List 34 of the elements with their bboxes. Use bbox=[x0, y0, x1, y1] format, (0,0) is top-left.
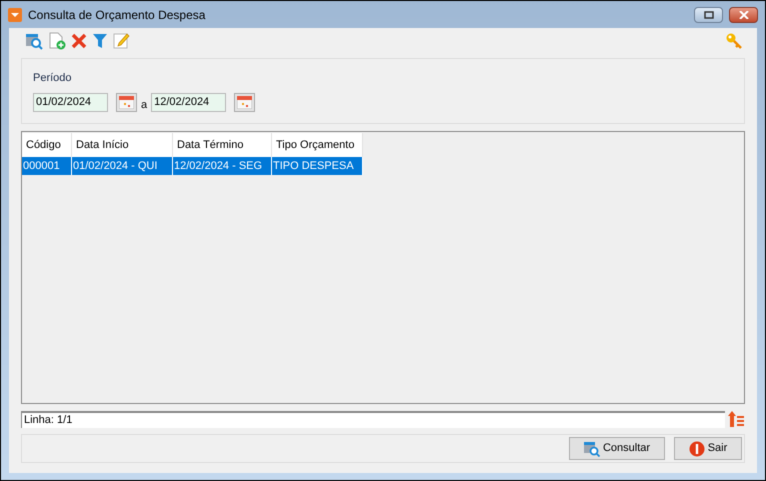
close-button[interactable] bbox=[729, 6, 758, 22]
separator-text: a bbox=[141, 98, 148, 112]
column-header[interactable]: Data Início bbox=[72, 133, 173, 157]
column-header[interactable]: Tipo Orçamento bbox=[272, 133, 363, 157]
calendar-button[interactable] bbox=[116, 92, 137, 112]
table-cell: TIPO DESPESA bbox=[272, 157, 363, 175]
delete-icon[interactable] bbox=[71, 33, 87, 49]
table-cell: 000001 bbox=[22, 157, 72, 175]
app-icon bbox=[8, 8, 22, 22]
exit-button[interactable]: Sair bbox=[674, 437, 742, 460]
date-field[interactable]: 01/02/2024 bbox=[33, 92, 108, 112]
close-icon bbox=[738, 10, 748, 18]
date-field[interactable]: 12/02/2024 bbox=[151, 92, 226, 112]
add-document-icon[interactable] bbox=[48, 32, 66, 50]
table-cell: 12/02/2024 - SEG bbox=[173, 157, 272, 175]
search-button[interactable]: Consultar bbox=[569, 437, 665, 460]
sort-icon[interactable] bbox=[727, 410, 745, 428]
column-header[interactable]: Código bbox=[22, 133, 72, 157]
field-label: Período bbox=[33, 71, 73, 86]
table-cell: 01/02/2024 - QUI bbox=[72, 157, 173, 175]
calendar-button[interactable] bbox=[234, 92, 256, 112]
search-icon[interactable] bbox=[25, 32, 43, 50]
key-icon[interactable] bbox=[725, 32, 743, 50]
search-icon bbox=[584, 440, 600, 456]
filter-icon[interactable] bbox=[92, 33, 108, 49]
edit-icon[interactable] bbox=[113, 32, 131, 50]
window-title: Consulta de Orçamento Despesa bbox=[28, 6, 206, 24]
restore-button[interactable] bbox=[694, 6, 723, 22]
column-header[interactable]: Data Término bbox=[173, 133, 272, 157]
stop-icon bbox=[688, 440, 705, 456]
calendar-icon bbox=[237, 96, 252, 109]
calendar-icon bbox=[119, 96, 134, 109]
restore-icon bbox=[704, 10, 714, 18]
status-text: Linha: 1/1 bbox=[21, 410, 725, 428]
